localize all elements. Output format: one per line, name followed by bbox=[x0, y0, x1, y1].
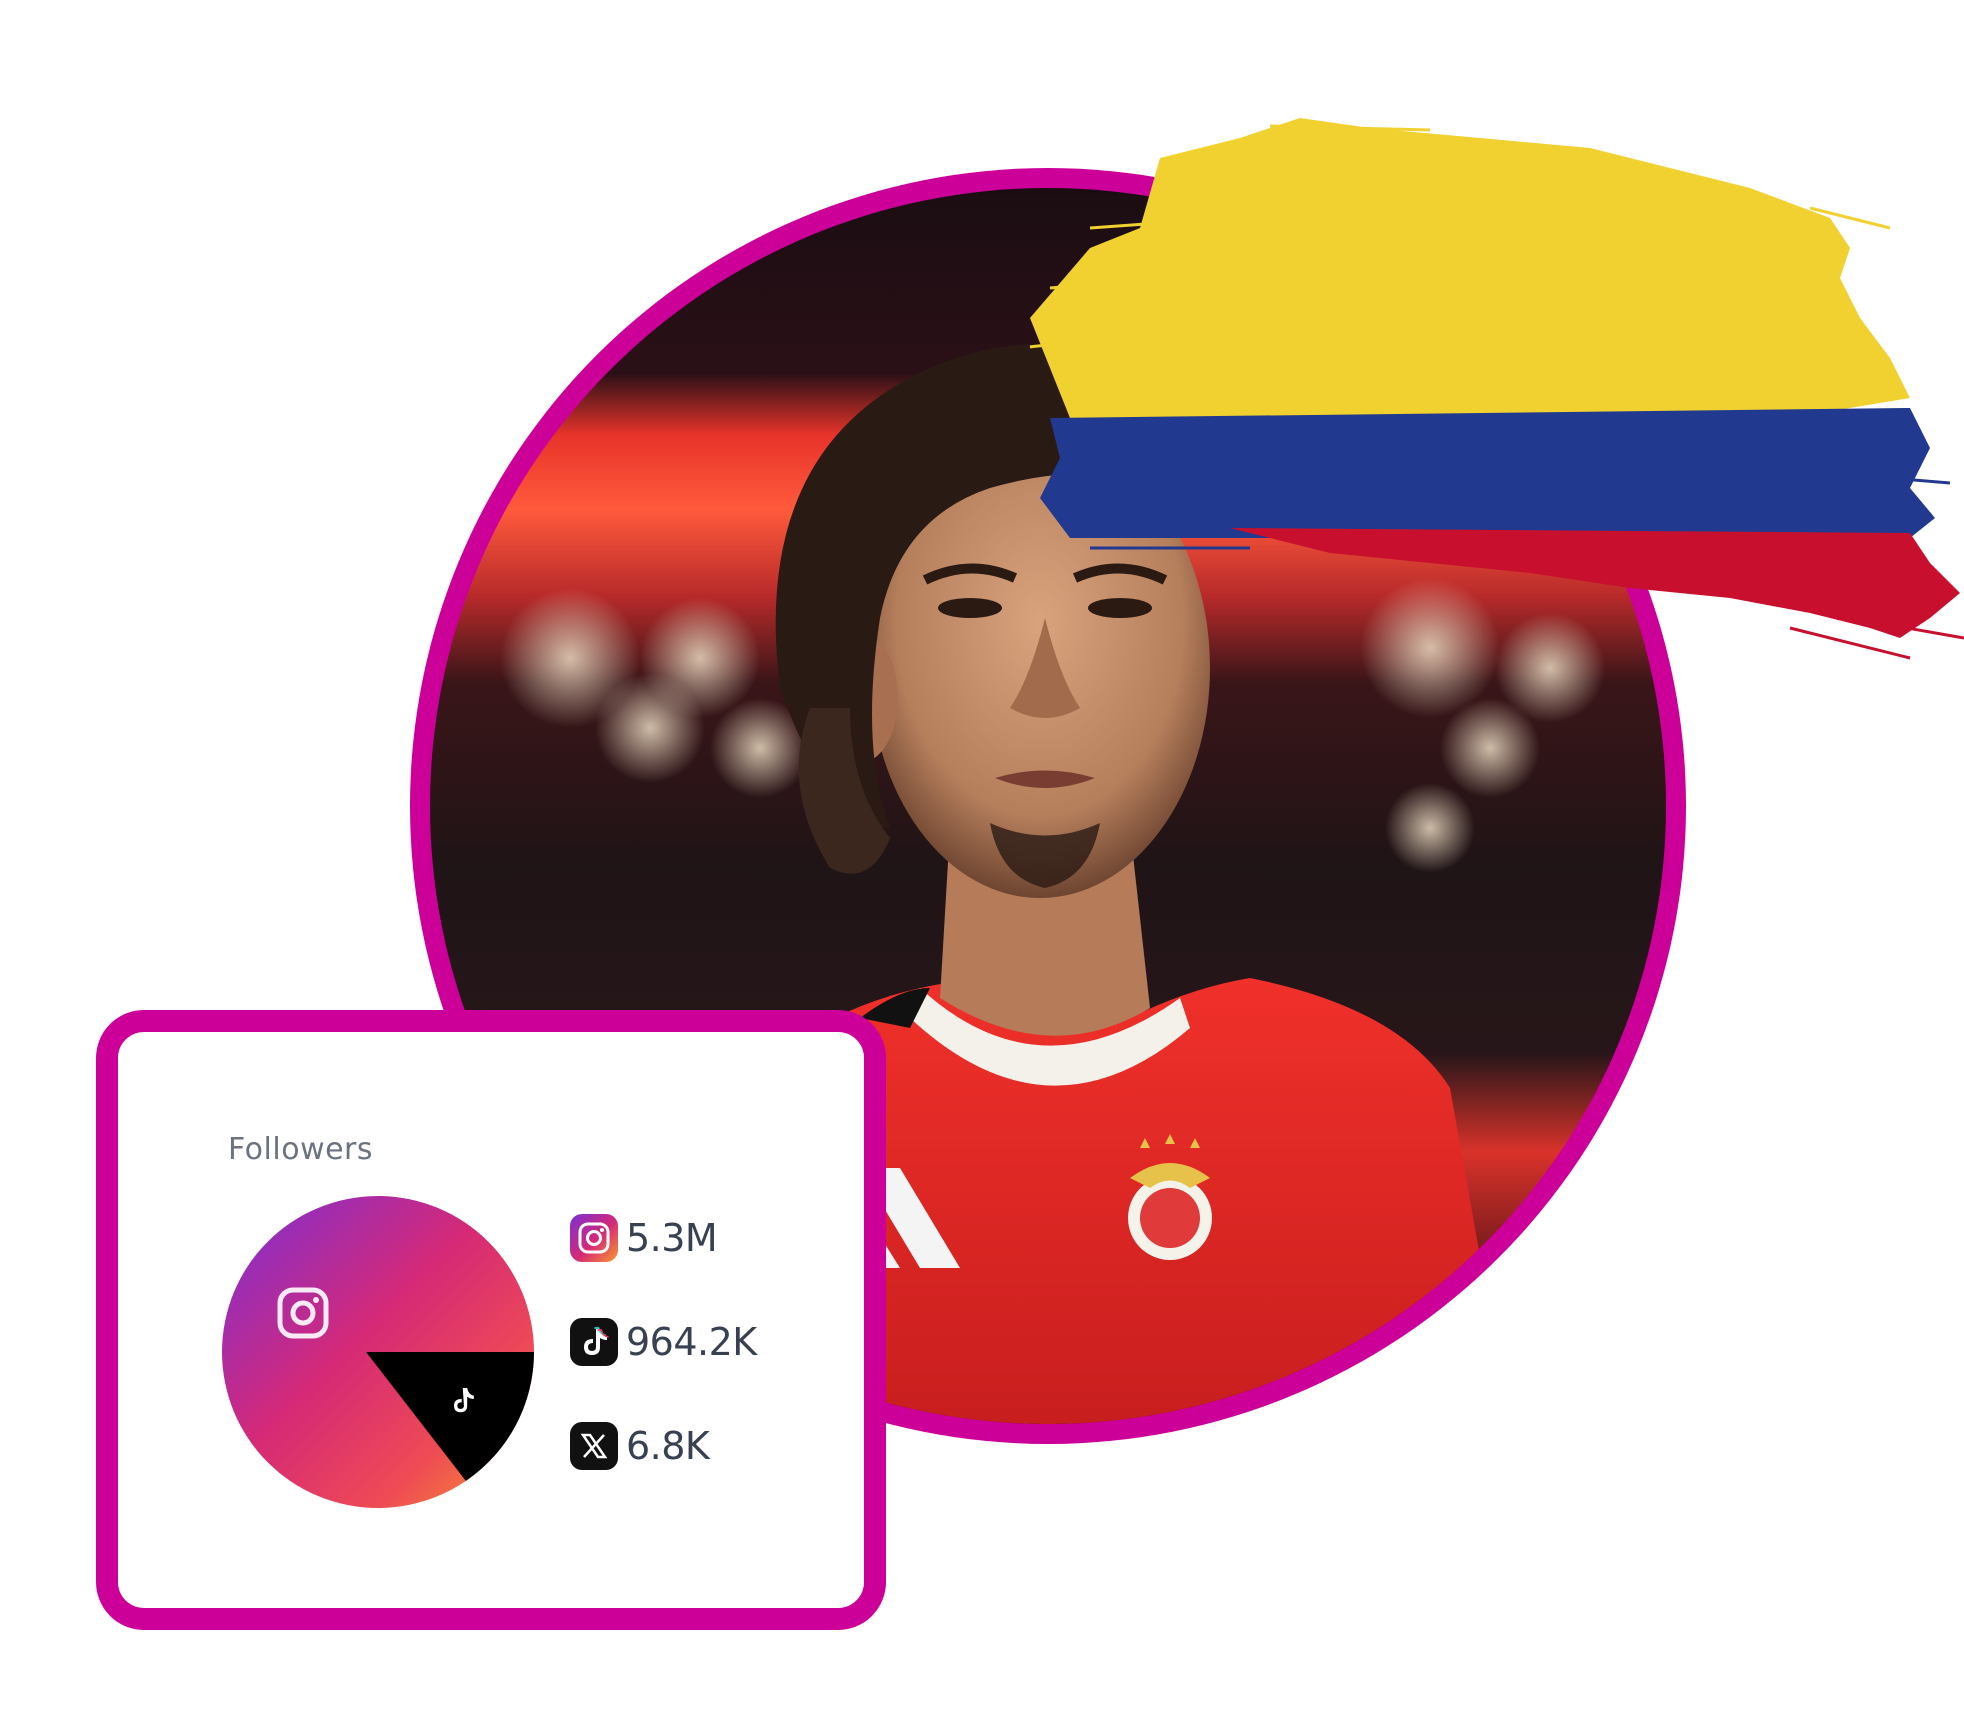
tiktok-followers-value: 964.2K bbox=[626, 1320, 757, 1364]
followers-card: Followers 5.3M 964.2K 6.8K bbox=[96, 1010, 886, 1630]
stat-row-tiktok: 964.2K bbox=[570, 1316, 870, 1368]
colombia-flag-brush-icon bbox=[1030, 118, 1964, 708]
followers-stats: 5.3M 964.2K 6.8K bbox=[570, 1212, 870, 1524]
x-icon bbox=[570, 1422, 618, 1470]
stat-row-x: 6.8K bbox=[570, 1420, 870, 1472]
instagram-icon bbox=[570, 1214, 618, 1262]
tiktok-icon bbox=[570, 1318, 618, 1366]
stat-row-instagram: 5.3M bbox=[570, 1212, 870, 1264]
pie-chart-svg bbox=[222, 1196, 534, 1508]
x-followers-value: 6.8K bbox=[626, 1424, 710, 1468]
followers-pie-chart bbox=[218, 1192, 538, 1512]
card-title: Followers bbox=[228, 1132, 374, 1167]
instagram-followers-value: 5.3M bbox=[626, 1216, 718, 1260]
